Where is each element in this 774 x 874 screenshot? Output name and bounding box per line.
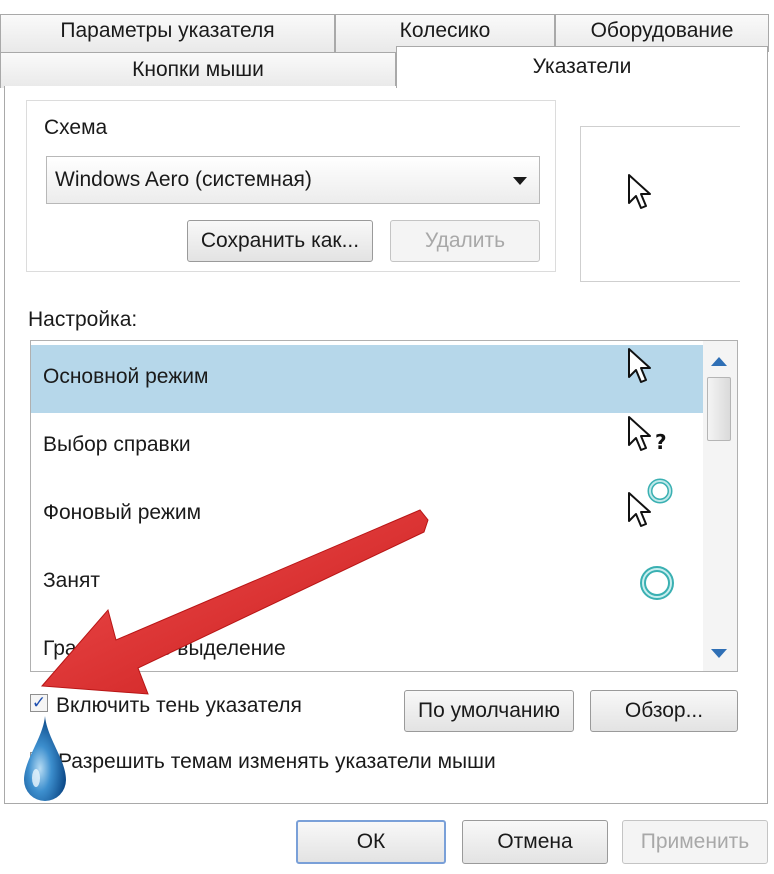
chevron-down-icon — [513, 177, 527, 185]
scroll-down-icon[interactable] — [711, 649, 727, 658]
list-item[interactable]: Выбор справки ? — [31, 413, 703, 481]
save-as-button[interactable]: Сохранить как... — [187, 220, 373, 262]
scheme-label: Схема — [44, 116, 108, 139]
save-as-label: Сохранить как... — [200, 229, 360, 252]
busy-cursor-icon — [640, 566, 674, 600]
cursor-list[interactable]: Основной режим Выбор справки ? Фоновый р… — [30, 340, 738, 672]
cursor-preview — [580, 126, 740, 282]
pointer-shadow-label: Включить тень указателя — [56, 694, 302, 717]
list-item-label: Основной режим — [43, 365, 209, 388]
scheme-select-value: Windows Aero (системная) — [55, 168, 312, 191]
tab-buttons[interactable]: Кнопки мыши — [0, 52, 396, 88]
list-scrollbar[interactable] — [703, 341, 737, 671]
help-cursor-icon: ? — [628, 416, 667, 454]
ok-label: ОК — [356, 830, 386, 853]
list-item-label: Фоновый режим — [43, 501, 202, 524]
allow-themes-label: Разрешить темам изменять указатели мыши — [58, 750, 496, 773]
customize-label: Настройка: — [28, 308, 138, 331]
list-item[interactable]: Графическое выделение — [31, 617, 703, 671]
tab-pointer-options[interactable]: Параметры указателя — [0, 14, 335, 52]
delete-button[interactable]: Удалить — [390, 220, 540, 262]
use-default-button[interactable]: По умолчанию — [404, 690, 574, 732]
pointer-shadow-checkbox[interactable]: ✓ — [30, 694, 48, 712]
cancel-button[interactable]: Отмена — [462, 820, 608, 864]
tab-label: Кнопки мыши — [132, 58, 264, 81]
use-default-label: По умолчанию — [417, 699, 561, 722]
tab-label: Параметры указателя — [60, 19, 275, 42]
svg-text:?: ? — [655, 430, 667, 454]
browse-label: Обзор... — [624, 699, 704, 722]
tab-label: Колесико — [399, 19, 491, 42]
scheme-select[interactable]: Windows Aero (системная) — [46, 156, 540, 204]
list-item-label: Графическое выделение — [43, 637, 286, 660]
apply-button[interactable]: Применить — [622, 820, 768, 864]
list-item[interactable]: Основной режим — [31, 345, 703, 413]
tab-label: Оборудование — [590, 19, 734, 42]
ok-button[interactable]: ОК — [296, 820, 446, 864]
list-item-label: Выбор справки — [43, 433, 191, 456]
list-item-label: Занят — [43, 569, 100, 592]
tab-pointers[interactable]: Указатели — [396, 46, 768, 88]
apply-label: Применить — [640, 830, 750, 853]
scroll-up-icon[interactable] — [711, 357, 727, 366]
cancel-label: Отмена — [497, 830, 573, 853]
water-drop-icon — [24, 716, 66, 801]
list-item[interactable]: Фоновый режим — [31, 478, 703, 549]
arrow-cursor-icon — [628, 348, 651, 383]
delete-label: Удалить — [424, 229, 506, 252]
arrow-cursor-icon — [628, 174, 651, 209]
browse-button[interactable]: Обзор... — [590, 690, 738, 732]
working-in-background-cursor-icon — [628, 478, 673, 527]
scrollbar-thumb[interactable] — [707, 377, 731, 441]
list-item[interactable]: Занят — [31, 549, 703, 617]
tab-label: Указатели — [532, 55, 632, 78]
